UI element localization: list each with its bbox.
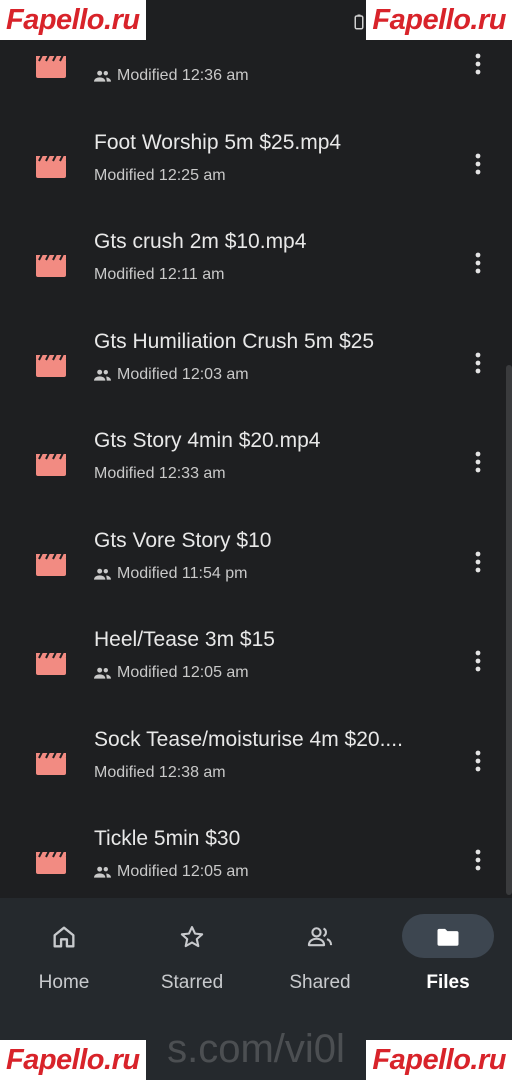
nav-starred[interactable]: Starred	[128, 898, 256, 1010]
file-modified-label: Modified 12:33 am	[94, 465, 226, 482]
nav-starred-label: Starred	[160, 972, 224, 993]
more-vert-icon	[475, 849, 481, 871]
file-title: Foot Worship 5m $25.mp4	[94, 130, 342, 154]
more-vert-icon	[475, 551, 481, 572]
more-options-button[interactable]	[464, 846, 492, 874]
video-file-icon	[36, 552, 66, 576]
file-title: Tickle 5min $30	[94, 827, 241, 850]
video-file-icon	[36, 154, 66, 178]
file-row[interactable]: Gts Story 4min $20.mp4 Modified 12:33 am	[0, 412, 512, 512]
more-vert-icon	[475, 53, 481, 75]
more-options-button[interactable]	[464, 249, 492, 277]
more-options-button[interactable]	[464, 50, 492, 78]
file-row[interactable]: Heel/Tease 3m $15 Modified 12:05 am	[0, 611, 512, 711]
nav-files-label: Files	[426, 972, 470, 993]
file-row[interactable]: Gts crush 2m $10.mp4 Modified 12:11 am	[0, 213, 512, 313]
file-modified: Modified 12:05 am	[94, 664, 249, 682]
nav-files[interactable]: Files	[384, 898, 512, 1010]
file-modified-label: Modified 12:11 am	[94, 266, 225, 283]
file-list: Modified 12:36 am Foot Worship 5m $25.mp4…	[0, 0, 512, 898]
video-file-icon	[36, 54, 66, 78]
folder-icon	[437, 928, 459, 946]
more-options-button[interactable]	[464, 647, 492, 675]
more-options-button[interactable]	[464, 448, 492, 476]
file-row[interactable]: Gts Humiliation Crush 5m $25 Modified 12:…	[0, 313, 512, 413]
more-vert-icon	[475, 750, 481, 771]
watermark-logo-bottom-left: Fapello.ru	[0, 1040, 146, 1080]
file-row[interactable]: Sock Tease/moisturise 4m $20.... Modified…	[0, 711, 512, 811]
video-file-icon	[36, 651, 66, 675]
more-options-button[interactable]	[464, 747, 492, 775]
file-modified-label: Modified 11:54 pm	[117, 564, 248, 582]
nav-home-label: Home	[38, 972, 90, 993]
video-file-icon	[36, 353, 66, 377]
file-modified-label: Modified 12:05 am	[117, 664, 249, 681]
file-title: Heel/Tease 3m $15	[94, 628, 275, 651]
star-icon	[180, 926, 204, 948]
home-icon	[53, 926, 75, 948]
file-row[interactable]: Tickle 5min $30 Modified 12:05 am	[0, 810, 512, 898]
people-icon	[307, 927, 333, 947]
more-vert-icon	[475, 252, 481, 274]
more-options-button[interactable]	[464, 150, 492, 178]
video-file-icon	[36, 253, 66, 277]
more-vert-icon	[475, 352, 481, 373]
video-file-icon	[36, 452, 66, 476]
file-row[interactable]: Foot Worship 5m $25.mp4 Modified 12:25 am	[0, 114, 512, 214]
more-options-button[interactable]	[464, 349, 492, 377]
file-modified-label: Modified 12:38 am	[94, 763, 226, 781]
file-title: Gts Humiliation Crush 5m $25	[94, 329, 375, 353]
video-file-icon	[36, 751, 66, 775]
watermark-logo-top-left: Fapello.ru	[0, 0, 146, 40]
people-icon	[94, 369, 111, 381]
file-modified-label: Modified 12:05 am	[117, 863, 249, 880]
file-modified-label: Modified 12:36 am	[117, 67, 249, 84]
bottom-navigation: Home Starred Shared Files	[0, 898, 512, 1010]
file-title: Gts Vore Story $10	[94, 528, 272, 552]
nav-shared-label: Shared	[289, 972, 351, 993]
scrollbar[interactable]	[506, 365, 512, 895]
watermark-logo-top-right: Fapello.ru	[366, 0, 512, 40]
people-icon	[94, 70, 111, 82]
file-modified-label: Modified 12:25 am	[94, 166, 226, 184]
file-title: Sock Tease/moisturise 4m $20....	[94, 727, 403, 751]
nav-shared[interactable]: Shared	[256, 898, 384, 1010]
file-row[interactable]: Gts Vore Story $10 Modified 11:54 pm	[0, 512, 512, 612]
more-vert-icon	[475, 451, 481, 473]
people-icon	[94, 667, 111, 679]
file-modified: Modified 12:36 am	[94, 67, 249, 85]
video-file-icon	[36, 850, 66, 874]
file-modified: Modified 12:38 am	[94, 764, 226, 782]
more-vert-icon	[475, 153, 481, 174]
file-modified: Modified 12:03 am	[94, 366, 249, 384]
file-modified: Modified 12:05 am	[94, 863, 249, 881]
file-title: Gts crush 2m $10.mp4	[94, 230, 307, 253]
more-vert-icon	[475, 650, 481, 672]
file-modified-label: Modified 12:03 am	[117, 365, 249, 383]
file-modified: Modified 12:11 am	[94, 266, 224, 284]
file-modified: Modified 12:33 am	[94, 465, 226, 483]
file-modified: Modified 12:25 am	[94, 167, 226, 185]
people-icon	[94, 568, 111, 580]
nav-home[interactable]: Home	[0, 898, 128, 1010]
people-icon	[94, 866, 111, 878]
file-title: Gts Story 4min $20.mp4	[94, 429, 321, 452]
file-modified: Modified 11:54 pm	[94, 565, 247, 583]
more-options-button[interactable]	[464, 548, 492, 576]
watermark-logo-bottom-right: Fapello.ru	[366, 1040, 512, 1080]
